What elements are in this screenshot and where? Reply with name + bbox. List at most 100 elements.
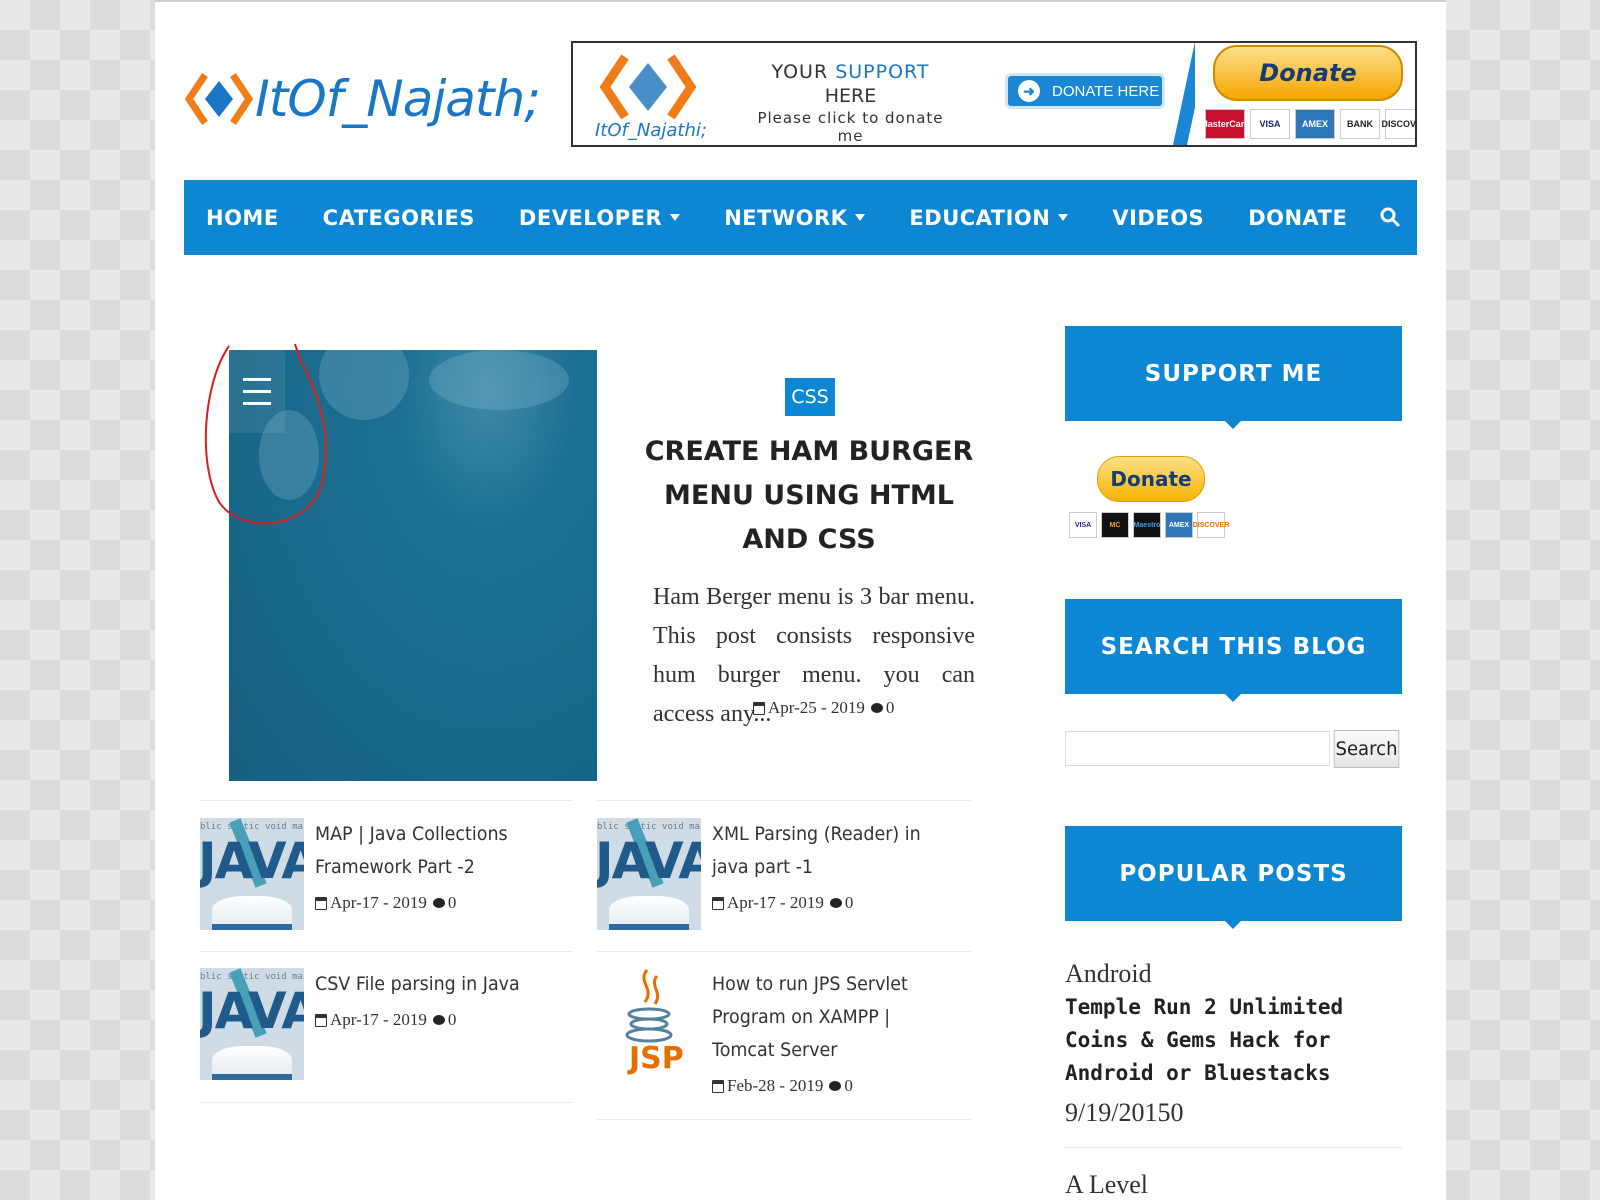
comment-icon	[432, 1015, 445, 1025]
popular-post-category[interactable]: Android	[1065, 959, 1152, 989]
visa-icon: VISA	[1069, 512, 1097, 538]
book-icon	[212, 1046, 292, 1080]
image-texture	[429, 350, 569, 410]
banner-support-text: YOUR SUPPORT HERE Please click to donate…	[743, 61, 958, 145]
post-thumbnail[interactable]: JSP	[597, 968, 701, 1080]
donate-banner[interactable]: ItOf_Najathi; YOUR SUPPORT HERE Please c…	[571, 41, 1417, 147]
banner-payment-cards: MasterCard VISA AMEX BANK DISCOVER	[1200, 109, 1415, 139]
nav-label: HOME	[206, 205, 279, 230]
calendar-icon	[315, 896, 327, 910]
featured-post-title[interactable]: CREATE HAM BURGER MENU USING HTML AND CS…	[639, 430, 979, 562]
post-date: Apr-25 - 2019	[768, 698, 865, 717]
featured-post-meta: Apr-25 - 2019 0	[753, 698, 894, 718]
post-thumbnail[interactable]: blic static void main(Str JAVA	[597, 818, 701, 930]
book-icon	[609, 896, 689, 930]
nav-item-developer[interactable]: DEVELOPER	[497, 180, 702, 255]
calendar-icon	[712, 1079, 724, 1093]
nav-label: EDUCATION	[909, 205, 1051, 230]
thumb-code: blic static void main(Str	[597, 822, 701, 832]
support-highlight: SUPPORT	[835, 61, 930, 83]
arrow-right-icon: ➜	[1018, 80, 1040, 102]
visa-icon: VISA	[1250, 109, 1290, 139]
post-meta: Apr-17 - 2019 0	[315, 893, 456, 913]
comment-count: 0	[447, 893, 457, 912]
mastercard-icon: MasterCard	[1200, 109, 1250, 139]
java-logo-text: JAVA	[200, 832, 304, 890]
mastercard-icon: MC	[1101, 512, 1129, 538]
sidebar-popular-heading: POPULAR POSTS	[1065, 826, 1402, 929]
nav-item-videos[interactable]: VIDEOS	[1090, 180, 1226, 255]
post-thumbnail[interactable]: blic static void main(Str JAVA	[200, 818, 304, 930]
sidebar-search-heading: SEARCH THIS BLOG	[1065, 599, 1402, 702]
donate-here-button[interactable]: ➜ DONATE HERE	[1005, 73, 1165, 109]
nav-item-donate[interactable]: DONATE	[1226, 180, 1369, 255]
divider	[200, 800, 573, 801]
list-item[interactable]: blic static void main(Str JAVA MAP | Jav…	[200, 818, 573, 950]
sidebar-payment-cards: VISA MC Maestro AMEX DISCOVER	[1069, 512, 1229, 538]
nav-label: NETWORK	[724, 205, 848, 230]
banner-brand: ItOf_Najathi;	[595, 120, 707, 141]
nav-item-home[interactable]: HOME	[184, 180, 301, 255]
comment-icon	[870, 703, 883, 713]
list-item[interactable]: blic static void main(Str JAVA CSV File …	[200, 968, 573, 1098]
discover-icon: DISCOVER	[1382, 109, 1415, 139]
search-input[interactable]	[1065, 731, 1330, 766]
calendar-icon	[712, 896, 724, 910]
post-title[interactable]: MAP | Java Collections Framework Part -2	[315, 818, 545, 884]
site-logo[interactable]: ItOf_Najath;	[185, 67, 541, 131]
book-icon	[212, 896, 292, 930]
red-annotation-circle	[204, 343, 328, 525]
thumb-code: blic static void main(Str	[200, 972, 304, 982]
amex-icon: AMEX	[1165, 512, 1193, 538]
nav-label: DONATE	[1248, 205, 1348, 230]
page: ItOf_Najath; ItOf_Najathi; YOUR SUPPORT …	[155, 0, 1446, 1200]
java-logo-text: JAVA	[200, 982, 304, 1040]
comment-count: 0	[844, 893, 854, 912]
search-button[interactable]: Search	[1333, 730, 1400, 768]
divider	[597, 1119, 971, 1120]
popular-post-date: 9/19/20150	[1065, 1098, 1184, 1127]
java-logo-text: JAVA	[597, 832, 701, 890]
nav-item-education[interactable]: EDUCATION	[887, 180, 1090, 255]
calendar-icon	[315, 1013, 327, 1027]
nav-label: CATEGORIES	[322, 205, 475, 230]
support-line2: HERE	[824, 85, 877, 107]
divider	[200, 951, 573, 952]
comment-count: 0	[885, 698, 895, 717]
divider	[200, 1102, 573, 1103]
popular-post-category[interactable]: A Level	[1065, 1170, 1148, 1200]
post-date: Feb-28 - 2019	[727, 1076, 824, 1095]
support-prefix: YOUR	[771, 61, 836, 83]
post-title[interactable]: How to run JPS Servlet Program on XAMPP …	[712, 968, 942, 1067]
divider	[1065, 1147, 1402, 1148]
jsp-logo-text: JSP	[629, 1041, 684, 1076]
main-nav: HOME CATEGORIES DEVELOPER NETWORK EDUCAT…	[184, 180, 1417, 255]
post-meta: Apr-17 - 2019 0	[315, 1010, 456, 1030]
comment-count: 0	[844, 1076, 853, 1095]
logo-diamond-icon	[185, 73, 253, 125]
post-title[interactable]: CSV File parsing in Java	[315, 968, 545, 1001]
post-date: Apr-17 - 2019	[727, 893, 824, 912]
divider	[597, 951, 971, 952]
category-tag-css[interactable]: CSS	[785, 378, 835, 416]
nav-item-network[interactable]: NETWORK	[702, 180, 887, 255]
nav-label: VIDEOS	[1112, 205, 1205, 230]
list-item[interactable]: blic static void main(Str JAVA XML Parsi…	[597, 818, 971, 950]
comment-icon	[829, 1081, 842, 1091]
paypal-donate-button[interactable]: Donate	[1097, 456, 1205, 502]
bank-icon: BANK	[1340, 109, 1380, 139]
caret-down-icon	[1058, 214, 1069, 221]
sidebar-support-heading: SUPPORT ME	[1065, 326, 1402, 429]
search-icon[interactable]	[1377, 204, 1403, 230]
post-thumbnail[interactable]: blic static void main(Str JAVA	[200, 968, 304, 1080]
amex-icon: AMEX	[1295, 109, 1335, 139]
post-date: Apr-17 - 2019	[330, 1010, 427, 1029]
popular-post-title[interactable]: Temple Run 2 Unlimited Coins & Gems Hack…	[1065, 991, 1385, 1090]
comment-count: 0	[447, 1010, 457, 1029]
nav-label: DEVELOPER	[518, 205, 663, 230]
java-cup-icon	[625, 969, 673, 1043]
paypal-donate-button[interactable]: Donate	[1213, 45, 1403, 101]
post-title[interactable]: XML Parsing (Reader) in java part -1	[712, 818, 942, 884]
list-item[interactable]: JSP How to run JPS Servlet Program on XA…	[597, 968, 971, 1118]
nav-item-categories[interactable]: CATEGORIES	[301, 180, 497, 255]
